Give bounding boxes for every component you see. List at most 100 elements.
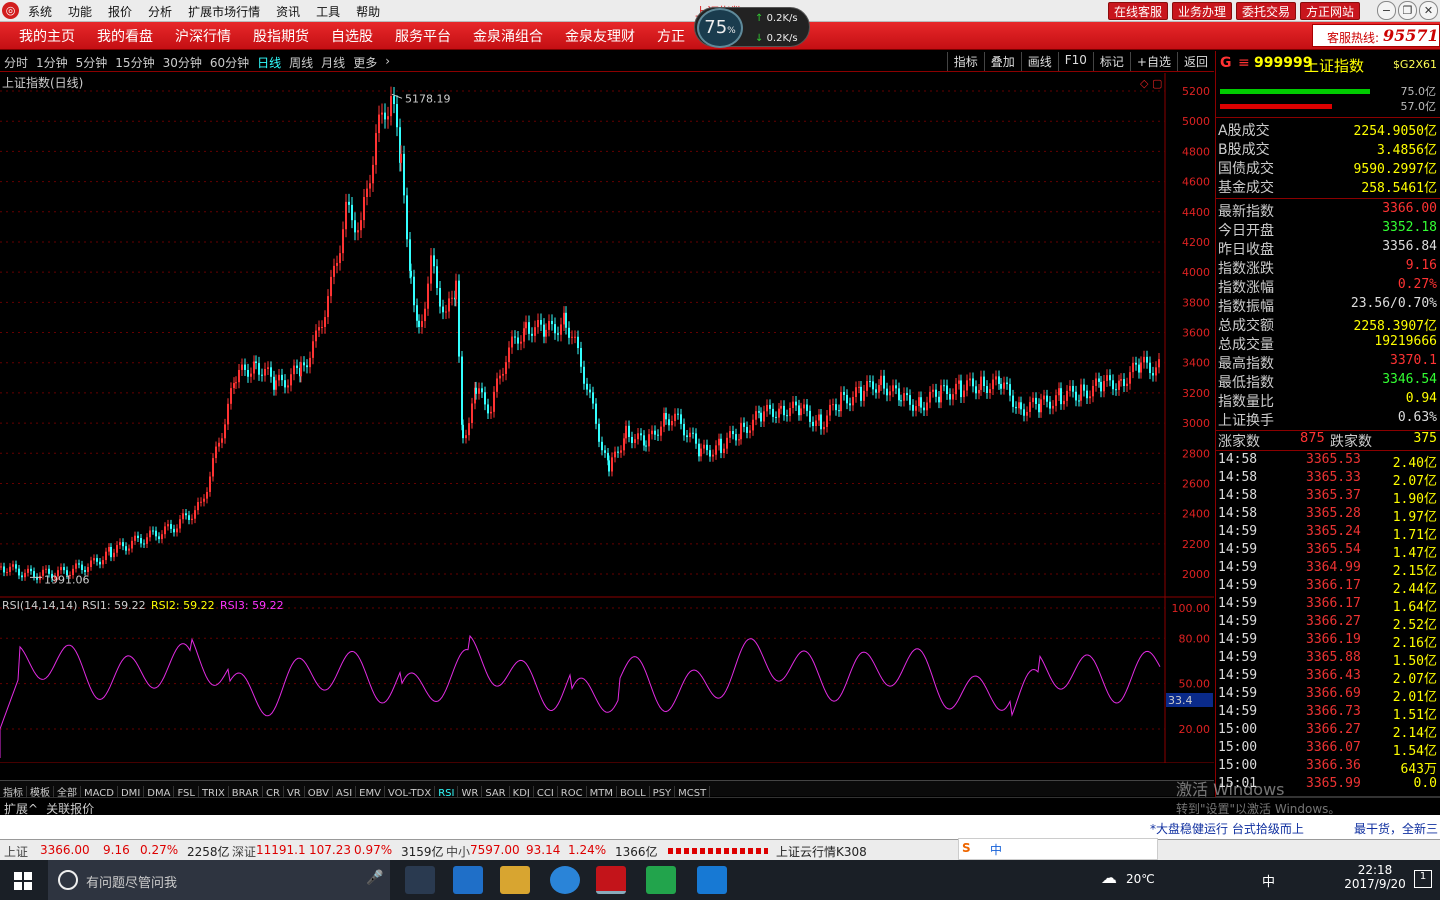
zx-amount: 1366亿 xyxy=(615,845,658,859)
ime-indicator[interactable]: 中 xyxy=(1262,871,1275,890)
menu-item-3[interactable]: 分析 xyxy=(148,3,180,20)
tool-2[interactable]: 画线 xyxy=(1020,52,1058,71)
ime-toolbar[interactable] xyxy=(958,838,1158,860)
stat-value: 3356.84 xyxy=(1382,239,1437,254)
candle-body xyxy=(134,535,136,541)
up-count: 875 xyxy=(1300,431,1325,446)
period-1[interactable]: 1分钟 xyxy=(36,54,68,71)
candle-body xyxy=(800,408,802,416)
network-speed-widget[interactable]: 75% ↑ 0.2K/s ↓ 0.2K/s xyxy=(694,7,810,48)
candle-body xyxy=(81,564,83,571)
tool-3[interactable]: F10 xyxy=(1057,52,1093,71)
nav-item-5[interactable]: 服务平台 xyxy=(384,26,462,46)
candle-body xyxy=(318,327,320,331)
tool-0[interactable]: 指标 xyxy=(946,52,984,71)
start-icon[interactable] xyxy=(14,872,32,890)
tool-4[interactable]: 标记 xyxy=(1092,52,1130,71)
period-4[interactable]: 30分钟 xyxy=(163,54,202,71)
candle-body xyxy=(484,392,486,405)
search-box[interactable]: 有问题尽管问我 🎤 xyxy=(48,860,390,900)
nav-item-7[interactable]: 金泉友理财 xyxy=(554,26,646,46)
top-button-3[interactable]: 方正网站 xyxy=(1299,2,1360,20)
period-2[interactable]: 5分钟 xyxy=(76,54,108,71)
tool-1[interactable]: 叠加 xyxy=(983,52,1021,71)
sz-value: 11191.1 xyxy=(256,843,306,857)
menu-item-5[interactable]: 资讯 xyxy=(276,3,308,20)
menu-item-1[interactable]: 功能 xyxy=(68,3,100,20)
period-5[interactable]: 60分钟 xyxy=(210,54,249,71)
nav-item-0[interactable]: 我的主页 xyxy=(8,26,86,46)
nav-item-1[interactable]: 我的看盘 xyxy=(86,26,164,46)
menu-item-2[interactable]: 报价 xyxy=(108,3,140,20)
period-3[interactable]: 15分钟 xyxy=(115,54,154,71)
more-chevron-icon[interactable]: › xyxy=(385,54,390,71)
stat-label: 指数振幅 xyxy=(1218,299,1274,315)
nav-item-4[interactable]: 自选股 xyxy=(320,26,384,46)
ext-tab-0[interactable]: 扩展^ xyxy=(0,802,42,816)
close-icon[interactable]: ✕ xyxy=(1419,1,1438,20)
period-8[interactable]: 月线 xyxy=(321,54,345,71)
kline-chart[interactable]: 5200 5000 4800 4600 4400 4200 4000 3800 3600 3400… xyxy=(0,73,1214,763)
g-badge: G xyxy=(1220,55,1232,71)
volume-row: 国债成交 9590.2997亿 xyxy=(1216,158,1440,177)
menu-item-7[interactable]: 帮助 xyxy=(356,3,388,20)
menu-item-0[interactable]: 系统 xyxy=(28,3,60,20)
media-icon[interactable] xyxy=(646,866,676,894)
diamond-icon[interactable]: ◇ xyxy=(1140,77,1149,90)
nav-item-6[interactable]: 金泉涌组合 xyxy=(462,26,554,46)
top-button-2[interactable]: 委托交易 xyxy=(1235,2,1296,20)
candle-body xyxy=(264,368,266,376)
candle-body xyxy=(244,364,246,370)
ie-icon[interactable] xyxy=(550,866,580,894)
divider xyxy=(1216,117,1440,118)
price-tick: 2000 xyxy=(1182,568,1210,581)
minimize-icon[interactable]: − xyxy=(1377,1,1396,20)
candle-body xyxy=(640,433,642,436)
weather-temp[interactable]: 20℃ xyxy=(1126,872,1155,886)
candle-body xyxy=(1109,375,1111,381)
nav-item-2[interactable]: 沪深行情 xyxy=(164,26,242,46)
candle-body xyxy=(238,369,240,383)
restore-icon[interactable]: ❐ xyxy=(1398,1,1417,20)
wps-icon[interactable] xyxy=(697,866,727,894)
candle-body xyxy=(818,414,820,421)
candle-body xyxy=(221,438,223,443)
tick-volume: 1.64亿 xyxy=(1392,600,1437,615)
period-6[interactable]: 日线 xyxy=(257,54,281,71)
top-button-1[interactable]: 业务办理 xyxy=(1171,2,1232,20)
microphone-icon[interactable]: 🎤 xyxy=(366,870,383,886)
tick-volume: 2.44亿 xyxy=(1392,582,1437,597)
cloud-quote[interactable]: 上证云行情K308 xyxy=(776,843,867,860)
nav-item-8[interactable]: 方正 xyxy=(646,26,696,46)
tool-5[interactable]: +自选 xyxy=(1129,52,1177,71)
menu-item-6[interactable]: 工具 xyxy=(316,3,348,20)
ext-tab-1[interactable]: 关联报价 xyxy=(42,802,98,816)
period-7[interactable]: 周线 xyxy=(289,54,313,71)
notification-count[interactable]: 1 xyxy=(1414,870,1432,888)
candle-body xyxy=(958,380,960,384)
news-headline-2[interactable]: 最干货，全新三 xyxy=(1354,820,1438,837)
top-button-0[interactable]: 在线客服 xyxy=(1107,2,1168,20)
candle-body xyxy=(396,104,398,128)
news-headline[interactable]: *大盘稳健运行 台式拾级而上 xyxy=(1150,820,1304,837)
candle-body xyxy=(729,431,731,438)
nav-item-3[interactable]: 股指期货 xyxy=(242,26,320,46)
ime-mode[interactable]: 中 xyxy=(990,841,1002,858)
tool-6[interactable]: 返回 xyxy=(1176,52,1214,71)
candle-body xyxy=(926,402,928,411)
explorer-icon[interactable] xyxy=(500,866,530,894)
activate-windows-title: 激活 Windows xyxy=(1176,780,1285,799)
clock[interactable]: 22:18 2017/9/20 xyxy=(1340,863,1410,891)
list-icon[interactable]: ≡ xyxy=(1238,55,1250,71)
square-icon[interactable]: ▢ xyxy=(1152,77,1162,90)
period-9[interactable]: 更多 xyxy=(353,54,377,71)
candle-body xyxy=(878,385,880,393)
store-icon[interactable] xyxy=(405,866,435,894)
edge-icon[interactable] xyxy=(453,866,483,894)
candle-body xyxy=(330,276,332,297)
candle-body xyxy=(1015,406,1017,409)
menu-item-4[interactable]: 扩展市场行情 xyxy=(188,3,268,20)
price-tick: 2800 xyxy=(1182,447,1210,460)
period-0[interactable]: 分时 xyxy=(4,54,28,71)
stock-app-icon[interactable] xyxy=(596,866,626,894)
